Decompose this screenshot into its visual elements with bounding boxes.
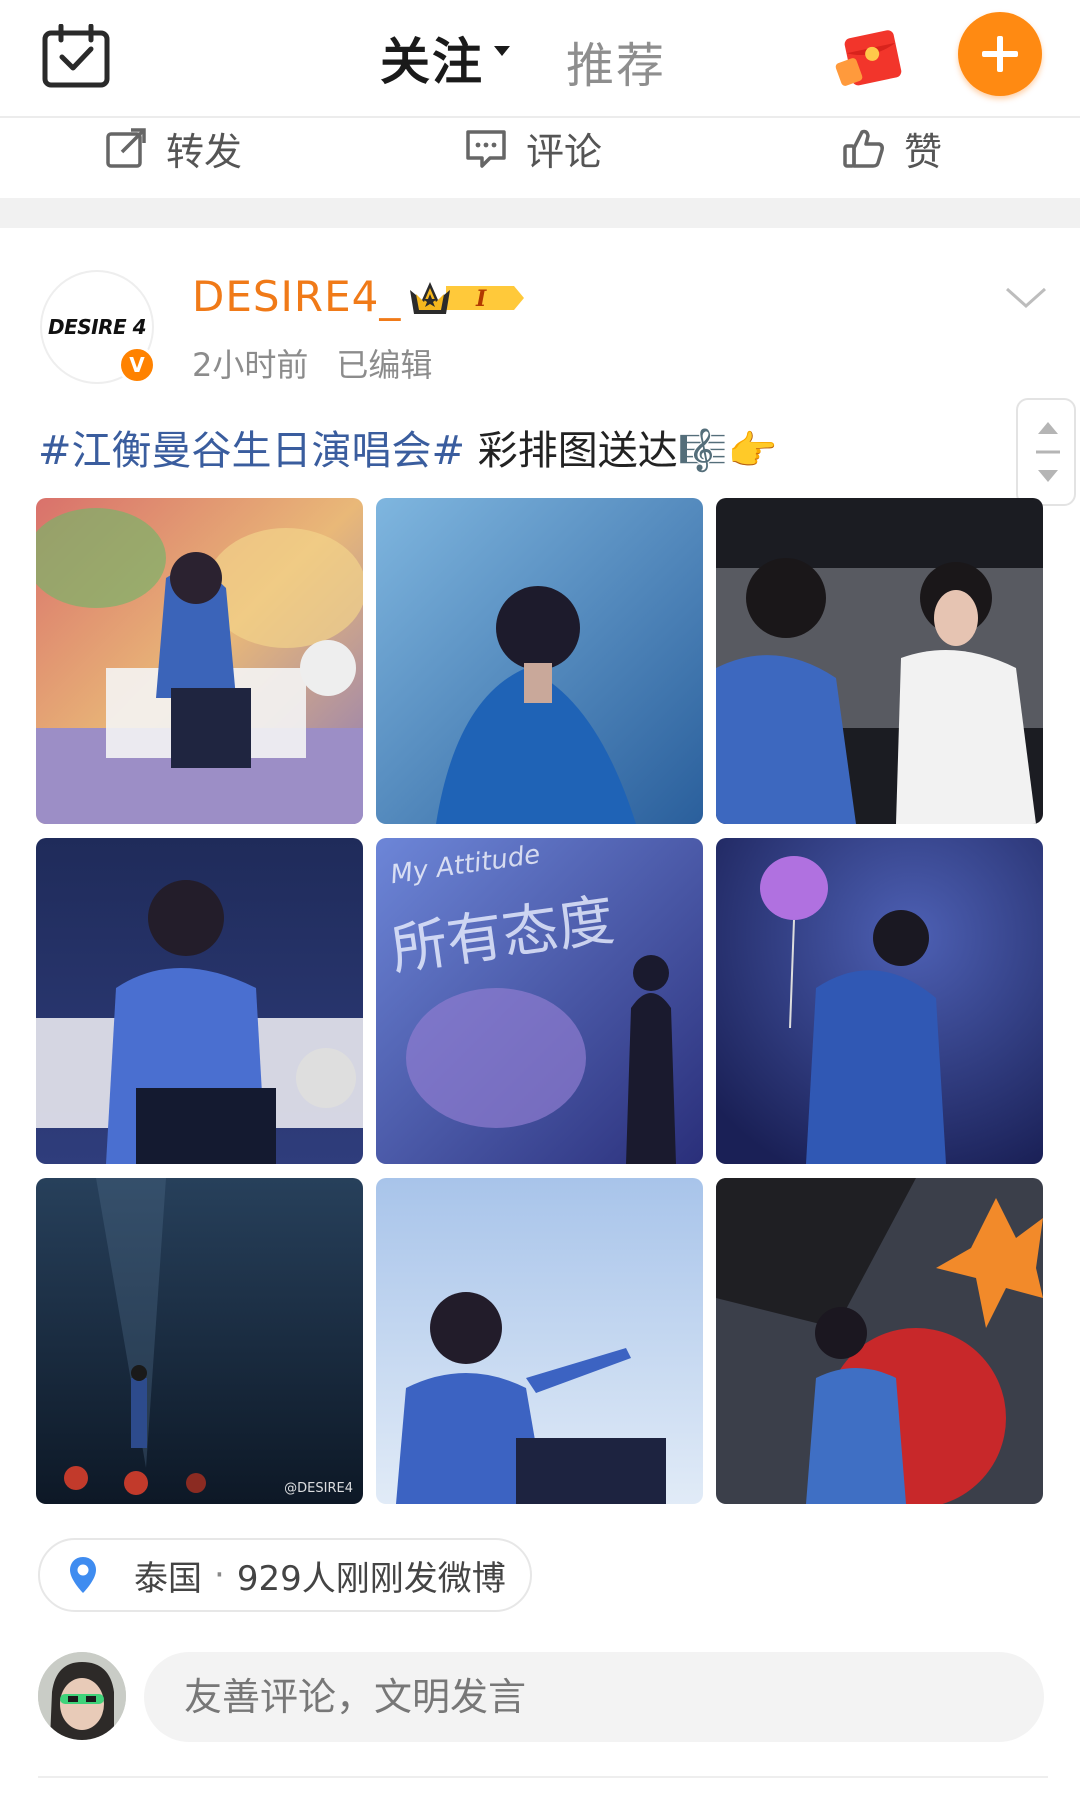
tab-follow-label: 关注 [380, 33, 484, 91]
location-separator: · [214, 1555, 225, 1595]
verified-badge-icon: V [118, 346, 156, 384]
avatar-logo-text: DESIRE 4 [47, 315, 147, 339]
rehearsal-photo-6[interactable] [716, 838, 1043, 1164]
location-pin-icon [70, 1557, 96, 1593]
post-body-text: 彩排图送达🎼👉 [465, 428, 778, 474]
comment-label: 评论 [526, 129, 603, 174]
caret-down-icon[interactable] [494, 46, 510, 56]
tab-recommend[interactable]: 推荐 [566, 26, 666, 96]
chevron-down-icon[interactable] [1004, 286, 1048, 310]
post-text: #江衡曼谷生日演唱会# 彩排图送达🎼👉 [38, 418, 777, 476]
comment-button[interactable]: 评论 [464, 118, 602, 178]
location-detail: 929人刚刚发微博 [236, 1558, 506, 1599]
post-separator [0, 198, 1080, 228]
post-meta: 2小时前 已编辑 [192, 340, 432, 386]
repost-label: 转发 [166, 129, 243, 174]
calendar-check-icon[interactable] [42, 24, 110, 88]
vip-level-text: I [475, 286, 487, 312]
previous-post-actions: 转发 评论 赞 [0, 118, 1080, 198]
rehearsal-photo-8[interactable] [376, 1178, 703, 1504]
photo-grid: My Attitude 所有态度 @DESIRE4 [36, 498, 1046, 1504]
red-packet-icon[interactable] [834, 24, 910, 92]
top-nav-bar: 关注 推荐 [0, 0, 1080, 118]
rehearsal-photo-1[interactable] [36, 498, 363, 824]
like-label: 赞 [904, 129, 943, 174]
post-edited-label: 已编辑 [336, 346, 433, 384]
author-username[interactable]: DESIRE4_ [192, 272, 401, 321]
rehearsal-photo-3[interactable] [716, 498, 1043, 824]
location-place: 泰国 [134, 1558, 202, 1599]
rehearsal-photo-2[interactable] [376, 498, 703, 824]
tab-follow[interactable]: 关注 [380, 22, 490, 94]
current-user-avatar[interactable] [38, 1652, 126, 1740]
add-post-button[interactable] [958, 12, 1042, 96]
comment-icon [466, 130, 506, 168]
rehearsal-photo-4[interactable] [36, 838, 363, 1164]
scroll-arrows-icon [1036, 422, 1060, 482]
post-time: 2小时前 [192, 346, 309, 384]
vip-crown-badge-icon[interactable]: I [406, 274, 526, 322]
location-tag[interactable]: 泰国 · 929人刚刚发微博 [38, 1538, 532, 1612]
like-button[interactable]: 赞 [842, 118, 942, 178]
repost-button[interactable]: 转发 [104, 118, 242, 178]
rehearsal-photo-9[interactable] [716, 1178, 1043, 1504]
thumbs-up-icon [843, 129, 884, 168]
bottom-divider [38, 1776, 1048, 1778]
comment-input[interactable] [144, 1652, 1044, 1742]
rehearsal-photo-5[interactable]: My Attitude 所有态度 [376, 838, 703, 1164]
rehearsal-photo-7[interactable]: @DESIRE4 [36, 1178, 363, 1504]
repost-icon [106, 128, 146, 168]
photo-watermark: @DESIRE4 [284, 1481, 353, 1496]
post-hashtag-link[interactable]: #江衡曼谷生日演唱会# [38, 428, 465, 474]
scroll-handle[interactable] [1016, 398, 1076, 506]
